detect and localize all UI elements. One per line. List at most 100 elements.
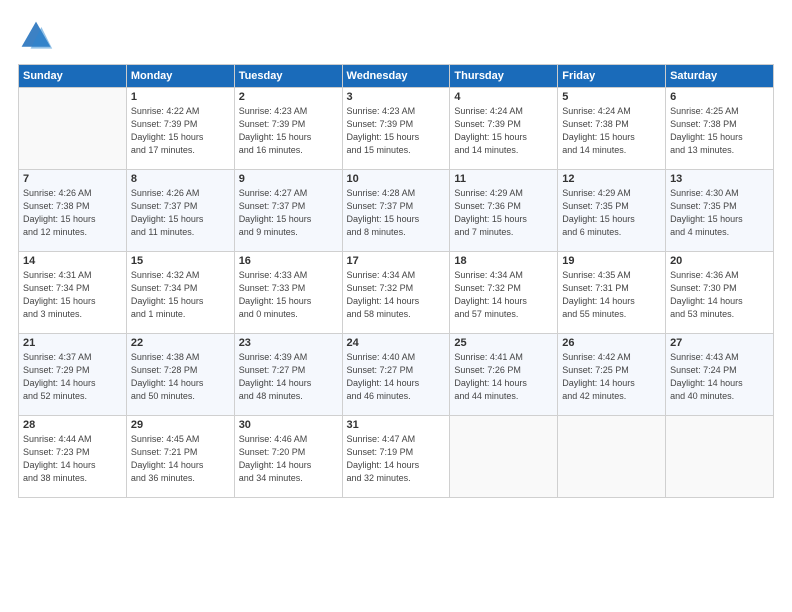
day-info: Sunrise: 4:24 AM Sunset: 7:39 PM Dayligh… — [454, 105, 553, 157]
day-number: 22 — [131, 337, 230, 349]
day-cell: 17Sunrise: 4:34 AM Sunset: 7:32 PM Dayli… — [342, 252, 450, 334]
day-cell: 1 Sunrise: 4:22 AM Sunset: 7:39 PM Daylig… — [126, 88, 234, 170]
day-cell: 12Sunrise: 4:29 AM Sunset: 7:35 PM Dayli… — [558, 170, 666, 252]
day-cell: 30 Sunrise: 4:46 AM Sunset: 7:20 PM Dayli… — [234, 416, 342, 498]
day-number: 7 — [23, 173, 122, 185]
day-number: 13 — [670, 173, 769, 185]
weekday-tuesday: Tuesday — [234, 65, 342, 88]
day-number: 24 — [347, 337, 446, 349]
header — [18, 18, 774, 54]
day-info: Sunrise: 4:42 AM Sunset: 7:25 PM Dayligh… — [562, 351, 661, 403]
day-cell: 31 Sunrise: 4:47 AM Sunset: 7:19 PM Dayli… — [342, 416, 450, 498]
day-number: 23 — [239, 337, 338, 349]
week-row-2: 7 Sunrise: 4:26 AM Sunset: 7:38 PM Daylig… — [19, 170, 774, 252]
day-number: 1 — [131, 91, 230, 103]
day-info: Sunrise: 4:31 AM Sunset: 7:34 PM Dayligh… — [23, 269, 122, 321]
day-cell: 3Sunrise: 4:23 AM Sunset: 7:39 PM Daylig… — [342, 88, 450, 170]
day-number: 25 — [454, 337, 553, 349]
day-info: Sunrise: 4:22 AM Sunset: 7:39 PM Dayligh… — [131, 105, 230, 157]
day-info: Sunrise: 4:26 AM Sunset: 7:38 PM Dayligh… — [23, 187, 122, 239]
weekday-sunday: Sunday — [19, 65, 127, 88]
day-info: Sunrise: 4:34 AM Sunset: 7:32 PM Dayligh… — [454, 269, 553, 321]
day-number: 9 — [239, 173, 338, 185]
day-info: Sunrise: 4:44 AM Sunset: 7:23 PM Dayligh… — [23, 433, 122, 485]
day-cell: 7 Sunrise: 4:26 AM Sunset: 7:38 PM Daylig… — [19, 170, 127, 252]
day-info: Sunrise: 4:37 AM Sunset: 7:29 PM Dayligh… — [23, 351, 122, 403]
day-info: Sunrise: 4:33 AM Sunset: 7:33 PM Dayligh… — [239, 269, 338, 321]
day-cell: 25 Sunrise: 4:41 AM Sunset: 7:26 PM Dayli… — [450, 334, 558, 416]
day-info: Sunrise: 4:28 AM Sunset: 7:37 PM Dayligh… — [347, 187, 446, 239]
day-cell: 20 Sunrise: 4:36 AM Sunset: 7:30 PM Dayli… — [666, 252, 774, 334]
day-cell: 15 Sunrise: 4:32 AM Sunset: 7:34 PM Dayli… — [126, 252, 234, 334]
day-number: 27 — [670, 337, 769, 349]
day-info: Sunrise: 4:32 AM Sunset: 7:34 PM Dayligh… — [131, 269, 230, 321]
day-info: Sunrise: 4:46 AM Sunset: 7:20 PM Dayligh… — [239, 433, 338, 485]
week-row-5: 28 Sunrise: 4:44 AM Sunset: 7:23 PM Dayli… — [19, 416, 774, 498]
week-row-4: 21Sunrise: 4:37 AM Sunset: 7:29 PM Dayli… — [19, 334, 774, 416]
day-info: Sunrise: 4:43 AM Sunset: 7:24 PM Dayligh… — [670, 351, 769, 403]
day-cell: 29Sunrise: 4:45 AM Sunset: 7:21 PM Dayli… — [126, 416, 234, 498]
day-info: Sunrise: 4:45 AM Sunset: 7:21 PM Dayligh… — [131, 433, 230, 485]
day-cell — [558, 416, 666, 498]
day-info: Sunrise: 4:47 AM Sunset: 7:19 PM Dayligh… — [347, 433, 446, 485]
day-number: 4 — [454, 91, 553, 103]
day-cell: 18 Sunrise: 4:34 AM Sunset: 7:32 PM Dayli… — [450, 252, 558, 334]
day-info: Sunrise: 4:30 AM Sunset: 7:35 PM Dayligh… — [670, 187, 769, 239]
day-number: 11 — [454, 173, 553, 185]
day-number: 10 — [347, 173, 446, 185]
day-number: 6 — [670, 91, 769, 103]
week-row-1: 1 Sunrise: 4:22 AM Sunset: 7:39 PM Daylig… — [19, 88, 774, 170]
day-cell: 22 Sunrise: 4:38 AM Sunset: 7:28 PM Dayli… — [126, 334, 234, 416]
day-info: Sunrise: 4:26 AM Sunset: 7:37 PM Dayligh… — [131, 187, 230, 239]
day-info: Sunrise: 4:36 AM Sunset: 7:30 PM Dayligh… — [670, 269, 769, 321]
day-cell — [666, 416, 774, 498]
day-number: 28 — [23, 419, 122, 431]
weekday-wednesday: Wednesday — [342, 65, 450, 88]
day-cell — [450, 416, 558, 498]
day-cell — [19, 88, 127, 170]
day-number: 14 — [23, 255, 122, 267]
day-cell: 5Sunrise: 4:24 AM Sunset: 7:38 PM Daylig… — [558, 88, 666, 170]
logo — [18, 18, 60, 54]
day-number: 17 — [347, 255, 446, 267]
day-number: 26 — [562, 337, 661, 349]
week-row-3: 14 Sunrise: 4:31 AM Sunset: 7:34 PM Dayli… — [19, 252, 774, 334]
weekday-friday: Friday — [558, 65, 666, 88]
day-cell: 23 Sunrise: 4:39 AM Sunset: 7:27 PM Dayli… — [234, 334, 342, 416]
day-number: 18 — [454, 255, 553, 267]
day-info: Sunrise: 4:38 AM Sunset: 7:28 PM Dayligh… — [131, 351, 230, 403]
logo-icon — [18, 18, 54, 54]
page: SundayMondayTuesdayWednesdayThursdayFrid… — [0, 0, 792, 612]
day-cell: 8 Sunrise: 4:26 AM Sunset: 7:37 PM Daylig… — [126, 170, 234, 252]
day-cell: 6Sunrise: 4:25 AM Sunset: 7:38 PM Daylig… — [666, 88, 774, 170]
day-cell: 10 Sunrise: 4:28 AM Sunset: 7:37 PM Dayli… — [342, 170, 450, 252]
day-cell: 11 Sunrise: 4:29 AM Sunset: 7:36 PM Dayli… — [450, 170, 558, 252]
day-cell: 4 Sunrise: 4:24 AM Sunset: 7:39 PM Daylig… — [450, 88, 558, 170]
day-cell: 21Sunrise: 4:37 AM Sunset: 7:29 PM Dayli… — [19, 334, 127, 416]
day-number: 31 — [347, 419, 446, 431]
day-info: Sunrise: 4:24 AM Sunset: 7:38 PM Dayligh… — [562, 105, 661, 157]
weekday-thursday: Thursday — [450, 65, 558, 88]
calendar-table: SundayMondayTuesdayWednesdayThursdayFrid… — [18, 64, 774, 498]
day-info: Sunrise: 4:39 AM Sunset: 7:27 PM Dayligh… — [239, 351, 338, 403]
day-number: 30 — [239, 419, 338, 431]
day-info: Sunrise: 4:41 AM Sunset: 7:26 PM Dayligh… — [454, 351, 553, 403]
day-number: 19 — [562, 255, 661, 267]
day-info: Sunrise: 4:27 AM Sunset: 7:37 PM Dayligh… — [239, 187, 338, 239]
weekday-monday: Monday — [126, 65, 234, 88]
day-number: 20 — [670, 255, 769, 267]
day-number: 12 — [562, 173, 661, 185]
day-cell: 13 Sunrise: 4:30 AM Sunset: 7:35 PM Dayli… — [666, 170, 774, 252]
weekday-saturday: Saturday — [666, 65, 774, 88]
day-cell: 28 Sunrise: 4:44 AM Sunset: 7:23 PM Dayli… — [19, 416, 127, 498]
day-cell: 19Sunrise: 4:35 AM Sunset: 7:31 PM Dayli… — [558, 252, 666, 334]
day-info: Sunrise: 4:23 AM Sunset: 7:39 PM Dayligh… — [347, 105, 446, 157]
day-info: Sunrise: 4:23 AM Sunset: 7:39 PM Dayligh… — [239, 105, 338, 157]
day-cell: 27 Sunrise: 4:43 AM Sunset: 7:24 PM Dayli… — [666, 334, 774, 416]
day-info: Sunrise: 4:40 AM Sunset: 7:27 PM Dayligh… — [347, 351, 446, 403]
day-cell: 9 Sunrise: 4:27 AM Sunset: 7:37 PM Daylig… — [234, 170, 342, 252]
day-cell: 14 Sunrise: 4:31 AM Sunset: 7:34 PM Dayli… — [19, 252, 127, 334]
day-number: 8 — [131, 173, 230, 185]
day-number: 15 — [131, 255, 230, 267]
day-info: Sunrise: 4:29 AM Sunset: 7:36 PM Dayligh… — [454, 187, 553, 239]
